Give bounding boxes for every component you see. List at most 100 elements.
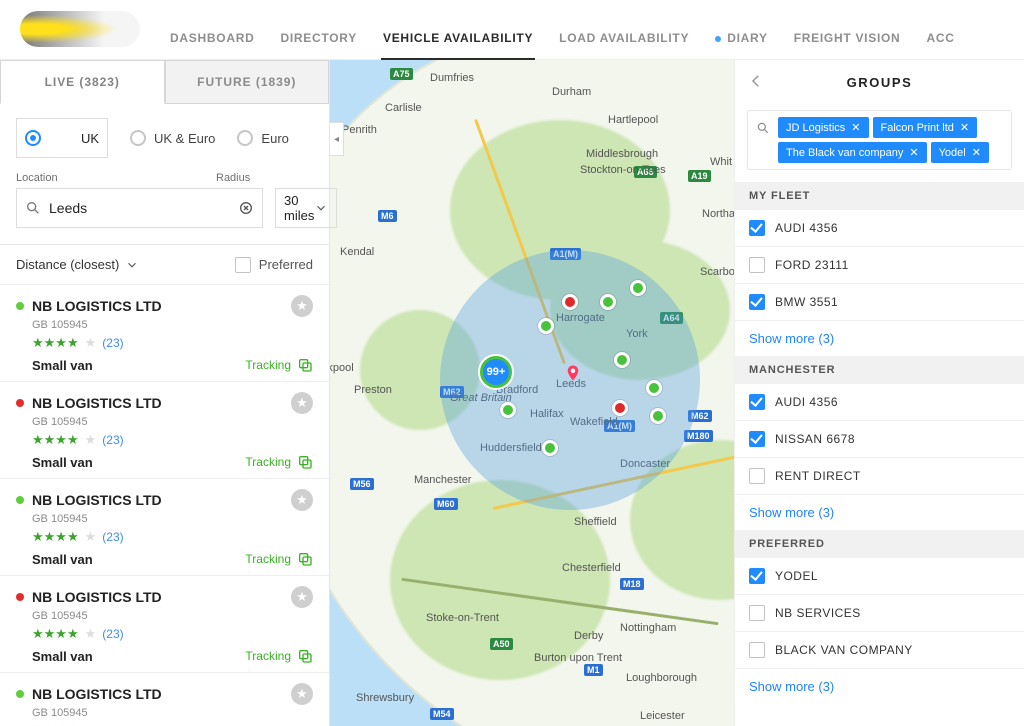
nav-diary[interactable]: DIARY — [715, 31, 768, 59]
close-icon[interactable]: ✕ — [972, 146, 981, 159]
review-count[interactable]: (23) — [102, 433, 123, 447]
map-marker[interactable] — [600, 294, 616, 310]
tracking-button[interactable]: Tracking — [245, 357, 313, 373]
favourite-button[interactable]: ★ — [291, 295, 313, 317]
map-marker[interactable] — [500, 402, 516, 418]
result-card[interactable]: NB LOGISTICS LTD ★ GB 105945 ★★★★★(23) S… — [0, 479, 329, 576]
favourite-button[interactable]: ★ — [291, 489, 313, 511]
road-shield: M1 — [584, 664, 603, 676]
map-marker[interactable] — [612, 400, 628, 416]
map-marker[interactable] — [542, 440, 558, 456]
location-input[interactable] — [49, 200, 230, 216]
sort-dropdown[interactable]: Distance (closest) — [16, 257, 139, 272]
radio-euro-label: Euro — [261, 131, 288, 146]
road-shield: A50 — [490, 638, 513, 650]
nav-account[interactable]: ACC — [926, 31, 954, 59]
map-marker[interactable] — [630, 280, 646, 296]
map-marker[interactable] — [646, 380, 662, 396]
nav-directory[interactable]: DIRECTORY — [280, 31, 357, 59]
show-more-link[interactable]: Show more (3) — [735, 321, 1024, 356]
map[interactable]: A75 M6 A1(M) A1(M) A66 M62 M62 M180 M56 … — [330, 60, 734, 726]
nav-vehicle-availability[interactable]: VEHICLE AVAILABILITY — [383, 31, 533, 59]
main-nav: DASHBOARD DIRECTORY VEHICLE AVAILABILITY… — [170, 31, 955, 59]
map-marker[interactable] — [650, 408, 666, 424]
clear-icon[interactable] — [238, 200, 254, 216]
results-list[interactable]: NB LOGISTICS LTD ★ GB 105945 ★★★★★(23) S… — [0, 285, 329, 726]
checkbox-icon — [749, 642, 765, 658]
city-label: Leicester — [640, 710, 685, 722]
filter-chip[interactable]: JD Logistics✕ — [778, 117, 869, 138]
option-label: BLACK VAN COMPANY — [775, 643, 913, 657]
radio-uk-euro[interactable]: UK & Euro — [130, 118, 215, 158]
close-icon[interactable]: ✕ — [960, 121, 969, 134]
group-option[interactable]: BLACK VAN COMPANY — [735, 632, 1024, 669]
city-label: Nottingham — [620, 622, 676, 634]
map-marker[interactable] — [562, 294, 578, 310]
checkbox-icon — [235, 257, 251, 273]
group-option[interactable]: NB SERVICES — [735, 595, 1024, 632]
close-icon[interactable]: ✕ — [851, 121, 860, 134]
group-option[interactable]: AUDI 4356 — [735, 384, 1024, 421]
show-more-link[interactable]: Show more (3) — [735, 669, 1024, 704]
result-name: NB LOGISTICS LTD — [32, 395, 162, 411]
favourite-button[interactable]: ★ — [291, 683, 313, 705]
review-count[interactable]: (23) — [102, 336, 123, 350]
radio-euro[interactable]: Euro — [237, 118, 288, 158]
result-card[interactable]: NB LOGISTICS LTD ★ GB 105945 ★★★★★(23) S… — [0, 285, 329, 382]
radius-value: 30 miles — [284, 193, 314, 223]
group-option[interactable]: AUDI 4356 — [735, 210, 1024, 247]
radius-select[interactable]: 30 miles — [275, 188, 337, 228]
back-icon[interactable] — [747, 72, 765, 90]
map-marker[interactable] — [538, 318, 554, 334]
favourite-button[interactable]: ★ — [291, 586, 313, 608]
map-marker[interactable] — [614, 352, 630, 368]
group-option[interactable]: YODEL — [735, 558, 1024, 595]
road-shield: M60 — [434, 498, 458, 510]
nav-dashboard[interactable]: DASHBOARD — [170, 31, 254, 59]
filter-chip[interactable]: Falcon Print ltd✕ — [873, 117, 978, 138]
show-more-link[interactable]: Show more (3) — [735, 495, 1024, 530]
city-label: Scarboro — [700, 266, 734, 278]
status-dot-icon — [16, 302, 24, 310]
collapse-left-panel[interactable]: ◂ — [330, 122, 344, 156]
checkbox-icon — [749, 568, 765, 584]
tracking-icon — [297, 648, 313, 664]
status-dot-icon — [16, 496, 24, 504]
section-header: PREFERRED — [735, 530, 1024, 558]
group-option[interactable]: RENT DIRECT — [735, 458, 1024, 495]
group-option[interactable]: BMW 3551 — [735, 284, 1024, 321]
option-label: YODEL — [775, 569, 818, 583]
tracking-button[interactable]: Tracking — [245, 648, 313, 664]
result-card[interactable]: NB LOGISTICS LTD ★ GB 105945 ★★★★★(23) S… — [0, 576, 329, 673]
city-label: Northall — [702, 208, 734, 220]
result-code: GB 105945 — [32, 707, 313, 719]
group-option[interactable]: FORD 23111 — [735, 247, 1024, 284]
result-card[interactable]: NB LOGISTICS LTD ★ GB 105945 ★★★★★(23) S… — [0, 673, 329, 726]
city-label: Middlesbrough — [586, 148, 658, 160]
close-icon[interactable]: ✕ — [909, 146, 918, 159]
groups-search[interactable]: JD Logistics✕Falcon Print ltd✕ The Black … — [747, 110, 1012, 170]
vehicle-type: Small van — [32, 649, 93, 664]
filter-chip[interactable]: The Black van company✕ — [778, 142, 927, 163]
road-shield: M6 — [378, 210, 397, 222]
preferred-toggle[interactable]: Preferred — [235, 257, 313, 273]
review-count[interactable]: (23) — [102, 530, 123, 544]
filter-chip[interactable]: Yodel✕ — [931, 142, 989, 163]
status-dot-icon — [16, 399, 24, 407]
tracking-button[interactable]: Tracking — [245, 551, 313, 567]
result-card[interactable]: NB LOGISTICS LTD ★ GB 105945 ★★★★★(23) S… — [0, 382, 329, 479]
nav-load-availability[interactable]: LOAD AVAILABILITY — [559, 31, 689, 59]
location-pin-icon[interactable] — [564, 364, 582, 382]
favourite-button[interactable]: ★ — [291, 392, 313, 414]
chevron-down-icon — [125, 258, 139, 272]
tracking-button[interactable]: Tracking — [245, 454, 313, 470]
tab-future[interactable]: FUTURE (1839) — [165, 60, 330, 104]
review-count[interactable]: (23) — [102, 627, 123, 641]
vehicle-type: Small van — [32, 358, 93, 373]
group-option[interactable]: NISSAN 6678 — [735, 421, 1024, 458]
radio-uk[interactable]: UK — [16, 118, 108, 158]
nav-freight-vision[interactable]: FREIGHT VISION — [794, 31, 901, 59]
marker-cluster[interactable]: 99+ — [480, 356, 512, 388]
app-logo[interactable] — [20, 11, 140, 47]
tab-live[interactable]: LIVE (3823) — [0, 60, 165, 104]
